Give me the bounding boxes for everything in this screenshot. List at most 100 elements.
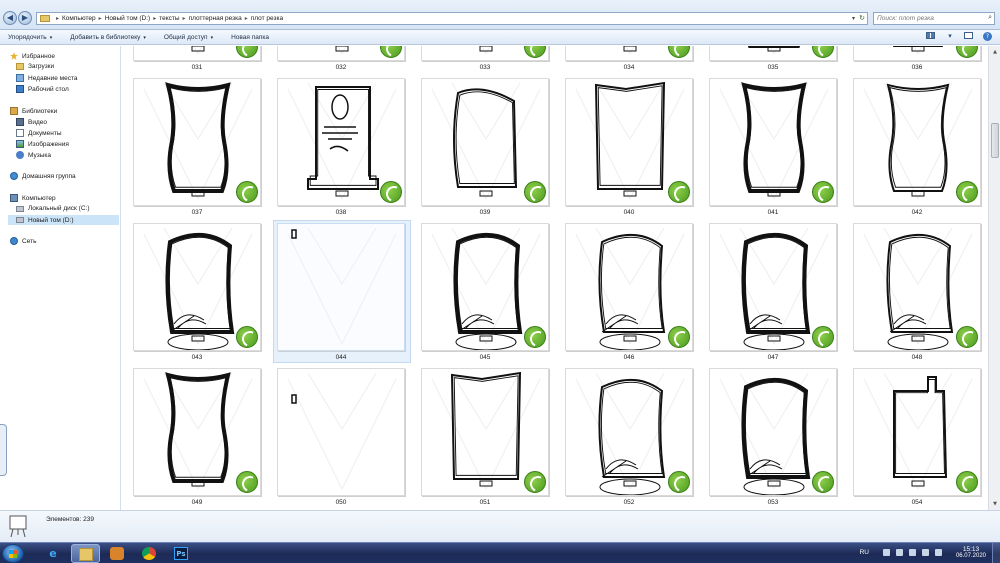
- file-thumbnail[interactable]: [133, 223, 261, 351]
- vertical-scrollbar[interactable]: ▲ ▼: [988, 46, 1000, 510]
- sidebar-item-new-volume[interactable]: Новый том (D:): [8, 215, 119, 225]
- file-thumbnail[interactable]: [133, 368, 261, 496]
- file-name-label: 037: [191, 209, 203, 216]
- file-name-label: 034: [623, 64, 635, 71]
- taskbar-app-media-player[interactable]: [103, 544, 132, 563]
- item-count: Элементов: 239: [46, 516, 94, 523]
- library-icon: [10, 107, 18, 115]
- add-to-library-button[interactable]: Добавить в библиотеку ▾: [70, 34, 146, 41]
- file-name-label: 050: [335, 499, 347, 506]
- file-thumbnail[interactable]: [277, 368, 405, 496]
- sidebar-item-images[interactable]: Изображения: [16, 140, 69, 148]
- sidebar-item-recent[interactable]: Недавние места: [16, 74, 78, 82]
- file-name-label: 045: [479, 354, 491, 361]
- file-thumbnail[interactable]: [421, 78, 549, 206]
- taskbar-app-chrome[interactable]: [135, 544, 164, 563]
- file-name-label: 035: [767, 64, 779, 71]
- search-input[interactable]: [874, 13, 982, 24]
- file-thumbnail[interactable]: [277, 78, 405, 206]
- device-icon[interactable]: [935, 549, 942, 556]
- file-thumbnail[interactable]: [853, 78, 981, 206]
- file-thumbnail[interactable]: [565, 368, 693, 496]
- preview-pane-button[interactable]: [964, 32, 974, 41]
- sidebar-homegroup[interactable]: Домашняя группа: [10, 172, 76, 180]
- start-button[interactable]: [2, 544, 24, 563]
- refresh-icon[interactable]: ↻: [859, 14, 865, 22]
- address-field[interactable]: ▸ Компьютер ▸ Новый том (D:) ▸ тексты ▸ …: [36, 12, 868, 25]
- flag-icon[interactable]: [896, 549, 903, 556]
- sidebar-item-desktop[interactable]: Рабочий стол: [16, 85, 69, 93]
- language-indicator[interactable]: RU: [860, 549, 869, 556]
- change-view-button[interactable]: [926, 32, 936, 41]
- clock[interactable]: 15:13 06.07.2020: [956, 546, 986, 559]
- folder-icon: [40, 15, 50, 22]
- show-desktop-button[interactable]: [992, 543, 1000, 563]
- organize-button[interactable]: Упорядочить ▾: [8, 34, 52, 41]
- breadcrumb-texts[interactable]: тексты: [159, 15, 179, 22]
- file-thumbnail[interactable]: [277, 223, 405, 351]
- sidebar-item-videos[interactable]: Видео: [16, 118, 47, 126]
- file-thumbnail[interactable]: [565, 78, 693, 206]
- file-thumbnail[interactable]: [565, 223, 693, 351]
- file-thumbnail[interactable]: [853, 368, 981, 496]
- sidebar-libraries[interactable]: Библиотеки: [10, 107, 57, 115]
- breadcrumb-plot-cut[interactable]: плот резка: [251, 15, 283, 22]
- file-thumbnail[interactable]: [709, 46, 837, 61]
- monument-outline-drawing: [287, 372, 397, 490]
- sidebar-item-downloads[interactable]: Загрузки: [16, 63, 54, 70]
- network-icon[interactable]: [909, 549, 916, 556]
- drive-icon: [16, 205, 24, 212]
- back-button[interactable]: ◀: [3, 11, 17, 25]
- taskbar-app-photoshop[interactable]: Ps: [167, 544, 196, 563]
- coreldraw-badge-icon: [668, 326, 690, 348]
- windows-logo-icon: [9, 550, 17, 558]
- forward-button[interactable]: ▶: [18, 11, 32, 25]
- file-thumbnail[interactable]: [709, 223, 837, 351]
- scrollbar-thumb[interactable]: [991, 123, 999, 158]
- coreldraw-badge-icon: [956, 471, 978, 493]
- file-name-label: 043: [191, 354, 203, 361]
- view-dropdown-icon[interactable]: ▾: [945, 32, 955, 41]
- address-dropdown-icon[interactable]: ▾: [852, 15, 855, 22]
- taskbar-app-ie[interactable]: e: [39, 544, 68, 563]
- file-thumbnail[interactable]: [421, 46, 549, 61]
- new-folder-button[interactable]: Новая папка: [231, 34, 269, 41]
- file-thumbnail[interactable]: [853, 223, 981, 351]
- file-thumbnail[interactable]: [421, 223, 549, 351]
- file-thumbnail[interactable]: [277, 46, 405, 61]
- file-thumbnail[interactable]: [133, 78, 261, 206]
- breadcrumb-computer[interactable]: Компьютер: [62, 15, 96, 22]
- taskbar-app-explorer[interactable]: [71, 544, 100, 563]
- sidebar-item-documents[interactable]: Документы: [16, 129, 62, 137]
- sidebar-item-music[interactable]: Музыка: [16, 151, 51, 159]
- easel-icon: [9, 515, 27, 538]
- scroll-up-icon[interactable]: ▲: [990, 47, 1000, 57]
- breadcrumb-plotter-cutting[interactable]: плоттерная резка: [189, 15, 242, 22]
- help-icon[interactable]: ?: [983, 32, 992, 41]
- sidebar-favorites[interactable]: Избранное: [10, 52, 55, 60]
- sidebar-network[interactable]: Сеть: [10, 237, 36, 245]
- file-name-label: 040: [623, 209, 635, 216]
- file-name-label: 033: [479, 64, 491, 71]
- file-thumbnail[interactable]: [565, 46, 693, 61]
- file-thumbnail[interactable]: [709, 78, 837, 206]
- sidebar-item-local-disk[interactable]: Локальный диск (C:): [16, 205, 90, 212]
- floating-panel-tab[interactable]: [0, 424, 7, 476]
- file-thumbnail[interactable]: [709, 368, 837, 496]
- file-thumbnail[interactable]: [421, 368, 549, 496]
- coreldraw-badge-icon: [524, 181, 546, 203]
- desktop-icon: [16, 85, 24, 93]
- file-thumbnail[interactable]: [133, 46, 261, 61]
- scroll-down-icon[interactable]: ▼: [990, 499, 1000, 509]
- coreldraw-badge-icon: [812, 326, 834, 348]
- internet-explorer-icon: e: [49, 547, 57, 560]
- sidebar-computer[interactable]: Компьютер: [10, 194, 56, 202]
- file-thumbnail[interactable]: [853, 46, 981, 61]
- search-icon: ⌕: [988, 13, 992, 21]
- volume-icon[interactable]: [922, 549, 929, 556]
- search-box[interactable]: ⌕: [873, 12, 995, 25]
- breadcrumb-drive-d[interactable]: Новый том (D:): [105, 15, 151, 22]
- tray-expand-icon[interactable]: [883, 549, 890, 556]
- share-button[interactable]: Общий доступ ▾: [164, 34, 213, 41]
- view-icon: [926, 32, 935, 39]
